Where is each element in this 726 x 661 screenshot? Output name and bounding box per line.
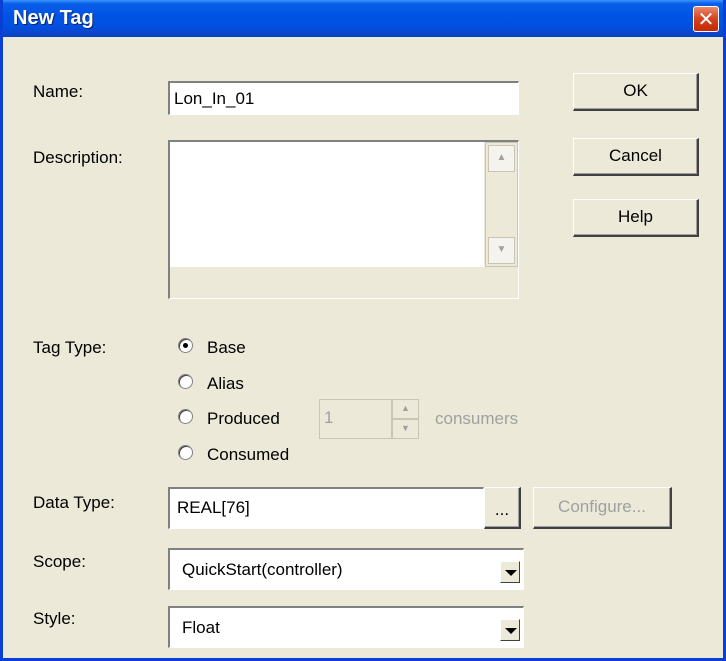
radio-consumed[interactable] xyxy=(178,445,193,460)
name-value: Lon_In_01 xyxy=(174,89,255,108)
consumers-down-button: ▼ xyxy=(392,419,419,439)
radio-alias[interactable] xyxy=(178,374,193,389)
radio-selected-dot xyxy=(183,343,188,348)
name-label: Name: xyxy=(33,82,84,101)
scroll-up-button[interactable]: ▲ xyxy=(488,145,515,172)
radio-produced-label[interactable]: Produced xyxy=(207,409,280,429)
style-label: Style: xyxy=(33,609,76,628)
spin-down-icon: ▼ xyxy=(401,423,410,433)
close-button[interactable]: ✕ xyxy=(693,6,719,32)
spin-up-icon: ▲ xyxy=(401,403,410,413)
scope-value: QuickStart(controller) xyxy=(182,560,343,579)
consumers-label: consumers xyxy=(435,409,519,428)
chevron-down-icon xyxy=(505,628,517,634)
browse-data-type-button[interactable]: ... xyxy=(484,487,521,529)
tag-type-label: Tag Type: xyxy=(33,338,107,357)
style-select[interactable]: Float xyxy=(168,606,524,648)
chevron-down-icon: ▼ xyxy=(496,244,507,255)
radio-base[interactable] xyxy=(178,338,193,353)
description-label: Description: xyxy=(33,148,123,167)
dialog-title: New Tag xyxy=(13,7,94,29)
consumers-up-button: ▲ xyxy=(392,399,419,419)
ok-button[interactable]: OK xyxy=(573,73,699,111)
radio-consumed-label[interactable]: Consumed xyxy=(207,445,289,465)
new-tag-dialog: New Tag ✕ Name: Lon_In_01 Description: ▲… xyxy=(0,0,726,661)
description-scrollbar[interactable]: ▲ ▼ xyxy=(485,142,518,267)
scope-dropdown-button[interactable] xyxy=(500,561,520,583)
data-type-value: REAL[76] xyxy=(177,498,250,517)
close-icon: ✕ xyxy=(697,7,715,31)
scope-select[interactable]: QuickStart(controller) xyxy=(168,548,524,590)
data-type-label: Data Type: xyxy=(33,493,115,512)
description-field[interactable]: ▲ ▼ xyxy=(168,140,519,299)
title-bar[interactable]: New Tag ✕ xyxy=(3,0,723,37)
style-dropdown-button[interactable] xyxy=(500,619,520,641)
scroll-down-button[interactable]: ▼ xyxy=(488,237,515,264)
scope-label: Scope: xyxy=(33,552,86,571)
data-type-field[interactable]: REAL[76] xyxy=(168,487,484,529)
help-button[interactable]: Help xyxy=(573,199,699,237)
radio-produced[interactable] xyxy=(178,409,193,424)
consumers-input: 1 xyxy=(319,399,392,439)
description-textarea[interactable] xyxy=(170,142,484,267)
consumers-value: 1 xyxy=(324,408,334,427)
configure-button: Configure... xyxy=(533,487,672,529)
cancel-button[interactable]: Cancel xyxy=(573,138,699,176)
radio-base-label[interactable]: Base xyxy=(207,338,246,358)
chevron-down-icon xyxy=(505,570,517,576)
chevron-up-icon: ▲ xyxy=(496,152,507,163)
radio-alias-label[interactable]: Alias xyxy=(207,374,244,394)
name-field[interactable]: Lon_In_01 xyxy=(168,81,519,115)
style-value: Float xyxy=(182,618,220,637)
